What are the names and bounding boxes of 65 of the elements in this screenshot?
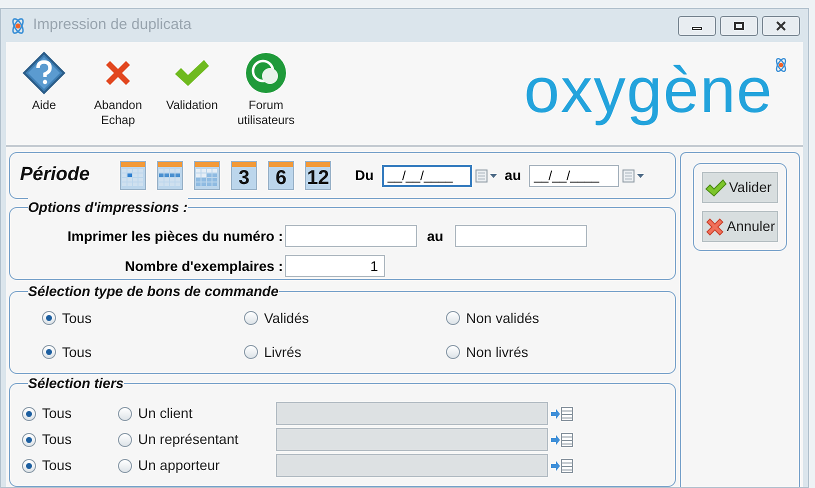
action-button[interactable]: Annuler	[702, 211, 778, 242]
radio-button[interactable]	[22, 432, 36, 446]
field-label: au	[427, 226, 444, 246]
radio-option[interactable]: Non validés	[446, 308, 540, 329]
window-title: Impression de duplicata	[33, 15, 192, 36]
group-title: Options d'impressions :	[28, 198, 188, 216]
period-title: Période	[20, 163, 91, 188]
radio-button[interactable]	[118, 458, 132, 472]
calendar-preset-button[interactable]	[120, 161, 146, 190]
maximize-button[interactable]	[720, 16, 758, 36]
toolbar-button[interactable]: Validation	[162, 50, 222, 113]
radio-button[interactable]	[22, 406, 36, 420]
calendar-preset-button[interactable]	[194, 161, 220, 190]
radio-option[interactable]: Non livrés	[446, 342, 528, 363]
from-label: Du	[355, 166, 374, 186]
radio-option[interactable]: Tous	[42, 308, 244, 329]
radio-button[interactable]	[22, 458, 36, 472]
toolbar-button[interactable]: Aide	[14, 50, 74, 113]
radio-button[interactable]	[118, 406, 132, 420]
date-field[interactable]: __/__/____	[382, 164, 472, 187]
radio-button[interactable]	[244, 311, 258, 326]
calendar-dropdown-icon[interactable]	[474, 168, 499, 183]
help-icon	[22, 51, 66, 95]
minimize-button[interactable]	[678, 16, 716, 36]
check-icon	[173, 58, 211, 88]
radio-option[interactable]: Un apporteur	[118, 455, 276, 476]
close-button[interactable]	[762, 16, 800, 36]
action-button[interactable]: Valider	[702, 172, 778, 203]
field-label: Imprimer les pièces du numéro :	[66, 226, 284, 246]
input-field[interactable]	[455, 225, 587, 248]
list-picker-icon[interactable]	[550, 458, 574, 474]
atom-icon	[773, 56, 789, 74]
radio-button[interactable]	[446, 345, 460, 360]
toolbar-button[interactable]: Forum utilisateurs	[236, 50, 296, 128]
input-field[interactable]	[285, 225, 417, 248]
input-field[interactable]: 1	[285, 255, 385, 278]
radio-option[interactable]: Un représentant	[118, 429, 276, 450]
calendar-preset-button[interactable]: 6	[268, 161, 294, 190]
list-picker-icon[interactable]	[550, 432, 574, 448]
radio-button[interactable]	[446, 311, 460, 326]
calendar-preset-button[interactable]: 3	[231, 161, 257, 190]
check-icon	[705, 178, 727, 196]
radio-button[interactable]	[244, 345, 258, 360]
toolbar-button[interactable]: Abandon Echap	[88, 50, 148, 128]
list-picker-icon[interactable]	[550, 406, 574, 422]
radio-option[interactable]: Un client	[118, 403, 276, 424]
chat-bubbles-icon	[245, 52, 287, 94]
calendar-preset-button[interactable]	[157, 161, 183, 190]
radio-button[interactable]	[42, 345, 56, 360]
radio-option[interactable]: Validés	[244, 308, 446, 329]
radio-option[interactable]: Livrés	[244, 342, 446, 363]
date-field[interactable]: __/__/____	[529, 164, 620, 187]
close-icon	[705, 216, 725, 236]
calendar-dropdown-icon[interactable]	[622, 168, 646, 183]
radio-option[interactable]: Tous	[22, 455, 118, 476]
calendar-preset-button[interactable]: 12	[305, 161, 331, 190]
radio-button[interactable]	[42, 311, 56, 326]
radio-option[interactable]: Tous	[22, 429, 118, 450]
radio-button[interactable]	[118, 432, 132, 446]
field-label: Nombre d'exemplaires :	[124, 256, 284, 276]
radio-option[interactable]: Tous	[22, 403, 118, 424]
to-label: au	[504, 166, 522, 186]
close-icon	[776, 20, 786, 30]
radio-option[interactable]: Tous	[42, 342, 244, 363]
logo: oxygène	[524, 53, 773, 128]
